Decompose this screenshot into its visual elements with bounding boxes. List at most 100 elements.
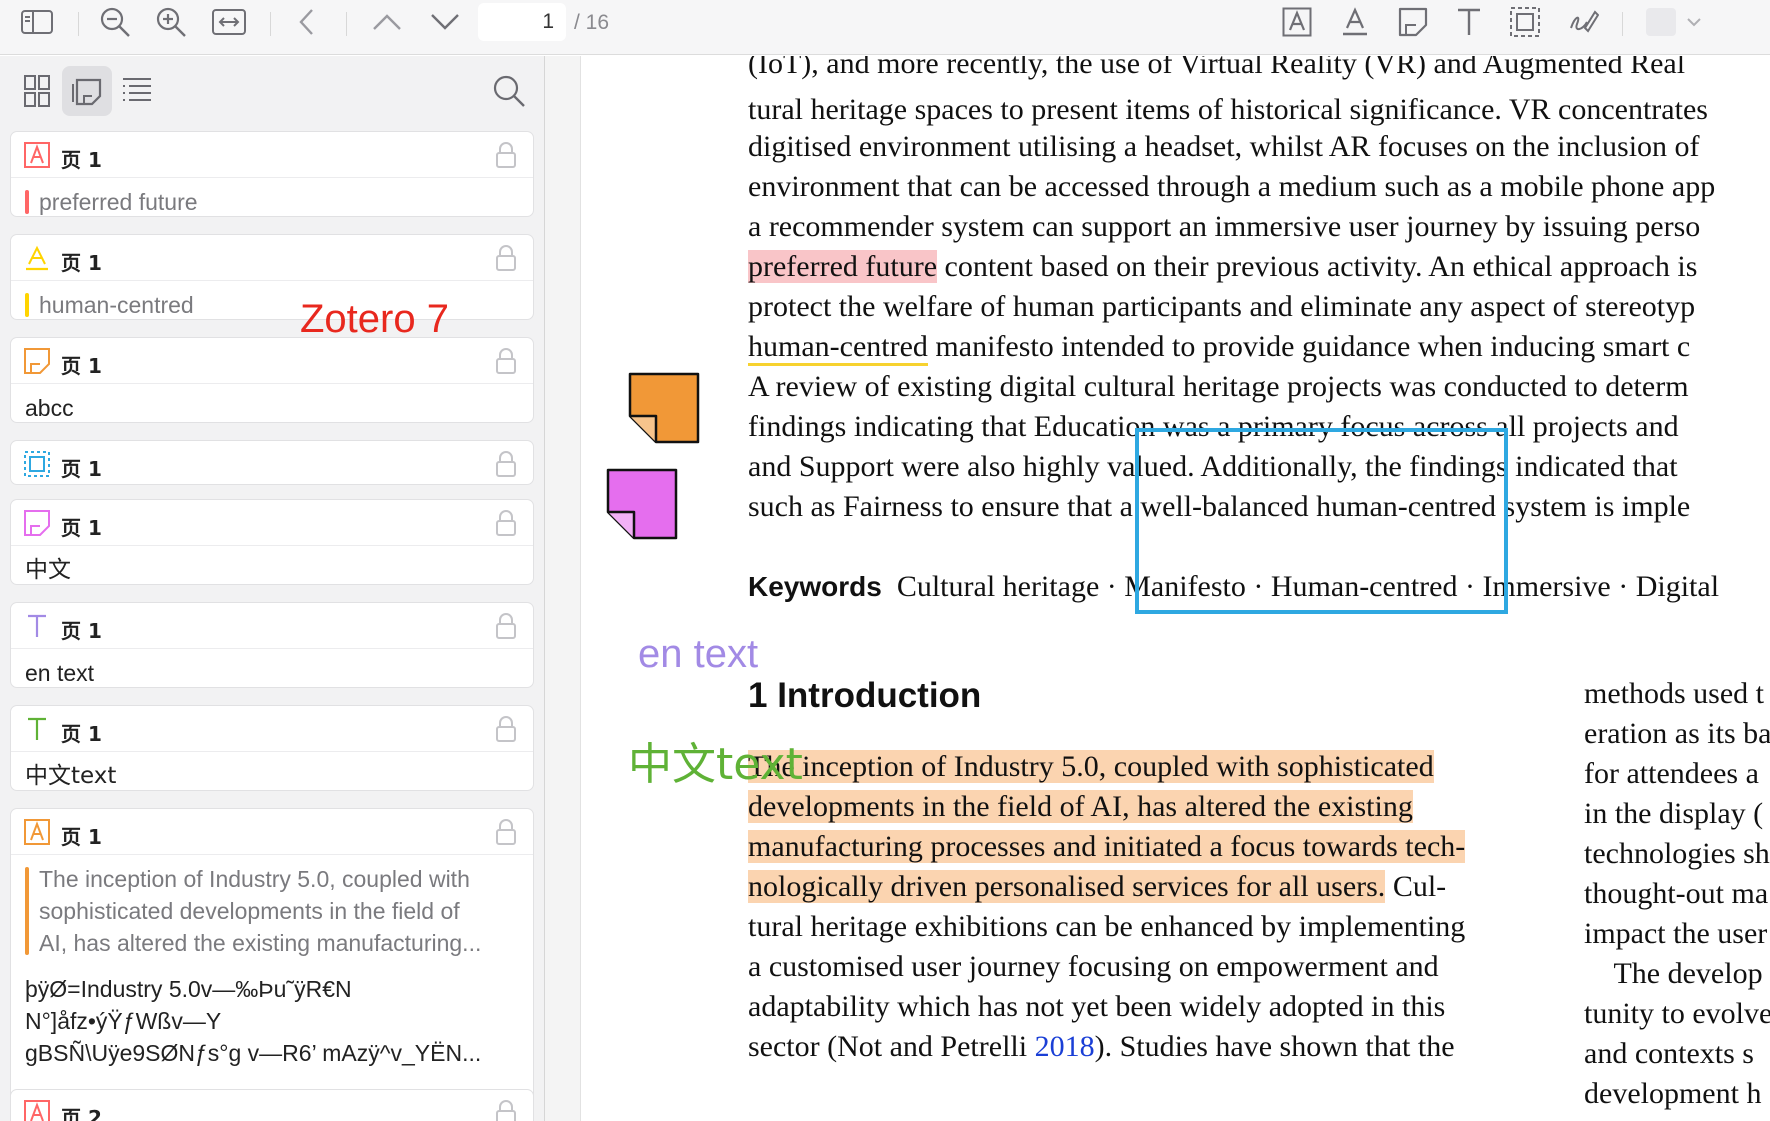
doc-line: a customised user journey focusing on em… (748, 950, 1439, 983)
color-swatch (1646, 8, 1676, 36)
next-page-icon[interactable] (424, 2, 466, 42)
highlight-inception[interactable]: developments in the field of AI, has alt… (748, 790, 1413, 823)
annotation-comment: en text (25, 660, 95, 686)
underline-tool-icon[interactable] (1334, 2, 1376, 42)
image-area-icon (24, 451, 50, 477)
doc-line: eration as its ba (1584, 717, 1770, 750)
doc-line: sector (Not and Petrelli 2018). Studies … (748, 1030, 1455, 1063)
highlight-inception[interactable]: The inception of Industry 5.0, coupled w… (748, 750, 1434, 783)
lock-icon[interactable] (495, 612, 517, 640)
annotation-comment: abcc (25, 395, 74, 421)
lock-icon[interactable] (495, 141, 517, 169)
version-label: Zotero 7 (300, 297, 449, 341)
doc-line: for attendees a (1584, 757, 1759, 790)
search-icon[interactable] (484, 66, 534, 116)
note-icon (24, 510, 50, 536)
annotation-card[interactable]: 页 1 preferred future (10, 131, 534, 217)
doc-line: A review of existing digital cultural he… (748, 370, 1689, 403)
doc-line: tunity to evolve (1584, 997, 1770, 1030)
doc-line: and contexts s (1584, 1037, 1754, 1070)
underline-human-centred[interactable]: human-centred (748, 330, 928, 366)
annotation-page-label: 页 2 (61, 1106, 102, 1121)
lock-icon[interactable] (495, 347, 517, 375)
doc-line: adaptability which has not yet been wide… (748, 990, 1446, 1023)
annotation-card-header: 页 1 (11, 441, 533, 484)
annotation-page-label: 页 1 (61, 516, 102, 540)
annotation-card[interactable]: 页 1 en text (10, 602, 534, 688)
lock-icon[interactable] (495, 244, 517, 272)
annotations-sidebar: 页 1 preferred future 页 1 human-centred 页… (0, 56, 545, 1121)
outline-icon[interactable] (112, 66, 162, 116)
annotation-page-label: 页 1 (61, 354, 102, 378)
image-area-tool-icon[interactable] (1504, 2, 1546, 42)
doc-line: digitised environment utilising a headse… (748, 130, 1700, 163)
highlight-inception[interactable]: manufacturing processes and initiated a … (748, 830, 1466, 863)
annotation-comment: 中文 (25, 557, 71, 583)
doc-line: nologically driven personalised services… (748, 870, 1447, 903)
thumbnails-icon[interactable] (12, 66, 62, 116)
doc-line: a recommender system can support an imme… (748, 210, 1701, 243)
annotation-page-label: 页 1 (61, 148, 102, 172)
zoom-in-icon[interactable] (150, 2, 192, 42)
sidebar-splitter[interactable] (545, 56, 581, 1121)
lock-icon[interactable] (495, 509, 517, 537)
annotation-card[interactable]: 页 2 (10, 1089, 534, 1121)
annotation-card-header: 页 1 (11, 809, 533, 855)
color-picker[interactable] (1640, 6, 1710, 38)
annotations-icon[interactable] (62, 66, 112, 116)
section-heading: 1 Introduction (748, 676, 982, 715)
image-annotation[interactable] (1135, 428, 1508, 614)
text-annotation-zh[interactable]: 中文text (628, 728, 803, 792)
zoom-out-icon[interactable] (94, 2, 136, 42)
zoom-fit-width-icon[interactable] (208, 2, 250, 42)
doc-line: protect the welfare of human participant… (748, 290, 1696, 323)
annotation-card[interactable]: 页 1 中文 (10, 499, 534, 585)
annotation-page-label: 页 1 (61, 825, 102, 849)
doc-line: The develop (1584, 957, 1763, 990)
doc-line: human-centred manifesto intended to prov… (748, 329, 1690, 366)
doc-line: (IoT), and more recently, the use of Vir… (748, 56, 1686, 80)
lock-icon[interactable] (495, 1099, 517, 1121)
annotation-card[interactable]: 页 1 (10, 440, 534, 485)
doc-line: impact the user (1584, 917, 1768, 950)
annotation-comment: þÿØ=Industry 5.0v—‰Þu˜ÿR€N N°]åfz•ýŸƒWßv… (25, 976, 482, 1066)
ink-tool-icon[interactable] (1562, 2, 1604, 42)
doc-line: tural heritage exhibitions can be enhanc… (748, 910, 1466, 943)
doc-line: methods used t (1584, 677, 1764, 710)
previous-page-icon[interactable] (366, 2, 408, 42)
toolbar-separator (78, 12, 79, 36)
page-number-input[interactable] (478, 3, 566, 41)
highlight-tool-icon[interactable] (1276, 2, 1318, 42)
doc-line: technologies sh (1584, 837, 1770, 870)
annotation-card[interactable]: 页 1 abcc (10, 337, 534, 423)
annotation-card-header: 页 1 (11, 132, 533, 178)
sidebar-toggle-icon[interactable] (16, 2, 58, 42)
annotation-quote: The inception of Industry 5.0, coupled w… (25, 863, 519, 959)
note-annotation-orange[interactable] (628, 372, 700, 444)
citation-link[interactable]: 2018 (1035, 1030, 1095, 1063)
note-annotation-magenta[interactable] (606, 468, 678, 540)
toolbar-separator (1622, 12, 1623, 36)
note-tool-icon[interactable] (1392, 2, 1434, 42)
annotation-card-header: 页 2 (11, 1090, 533, 1121)
annotation-card[interactable]: 页 1 human-centred (10, 234, 534, 320)
annotation-card-header: 页 1 (11, 338, 533, 384)
doc-line: environment that can be accessed through… (748, 170, 1716, 203)
annotation-card-header: 页 1 (11, 500, 533, 546)
text-annotation-en[interactable]: en text (638, 632, 758, 677)
highlight-inception[interactable]: nologically driven personalised services… (748, 870, 1386, 903)
annotation-card[interactable]: 页 1 The inception of Industry 5.0, coupl… (10, 808, 534, 1121)
highlight-icon (24, 142, 50, 168)
pdf-page-view: (IoT), and more recently, the use of Vir… (582, 56, 1770, 1121)
lock-icon[interactable] (495, 818, 517, 846)
text-tool-icon[interactable] (1448, 2, 1490, 42)
doc-line: The inception of Industry 5.0, coupled w… (748, 749, 1434, 785)
doc-line: tural heritage spaces to present items o… (748, 93, 1708, 126)
doc-line: development h (1584, 1077, 1762, 1110)
annotation-card[interactable]: 页 1 中文text (10, 705, 534, 791)
doc-line: manufacturing processes and initiated a … (748, 829, 1466, 865)
lock-icon[interactable] (495, 450, 517, 478)
back-icon[interactable] (286, 2, 328, 42)
highlight-preferred-future[interactable]: preferred future (748, 250, 938, 283)
lock-icon[interactable] (495, 715, 517, 743)
